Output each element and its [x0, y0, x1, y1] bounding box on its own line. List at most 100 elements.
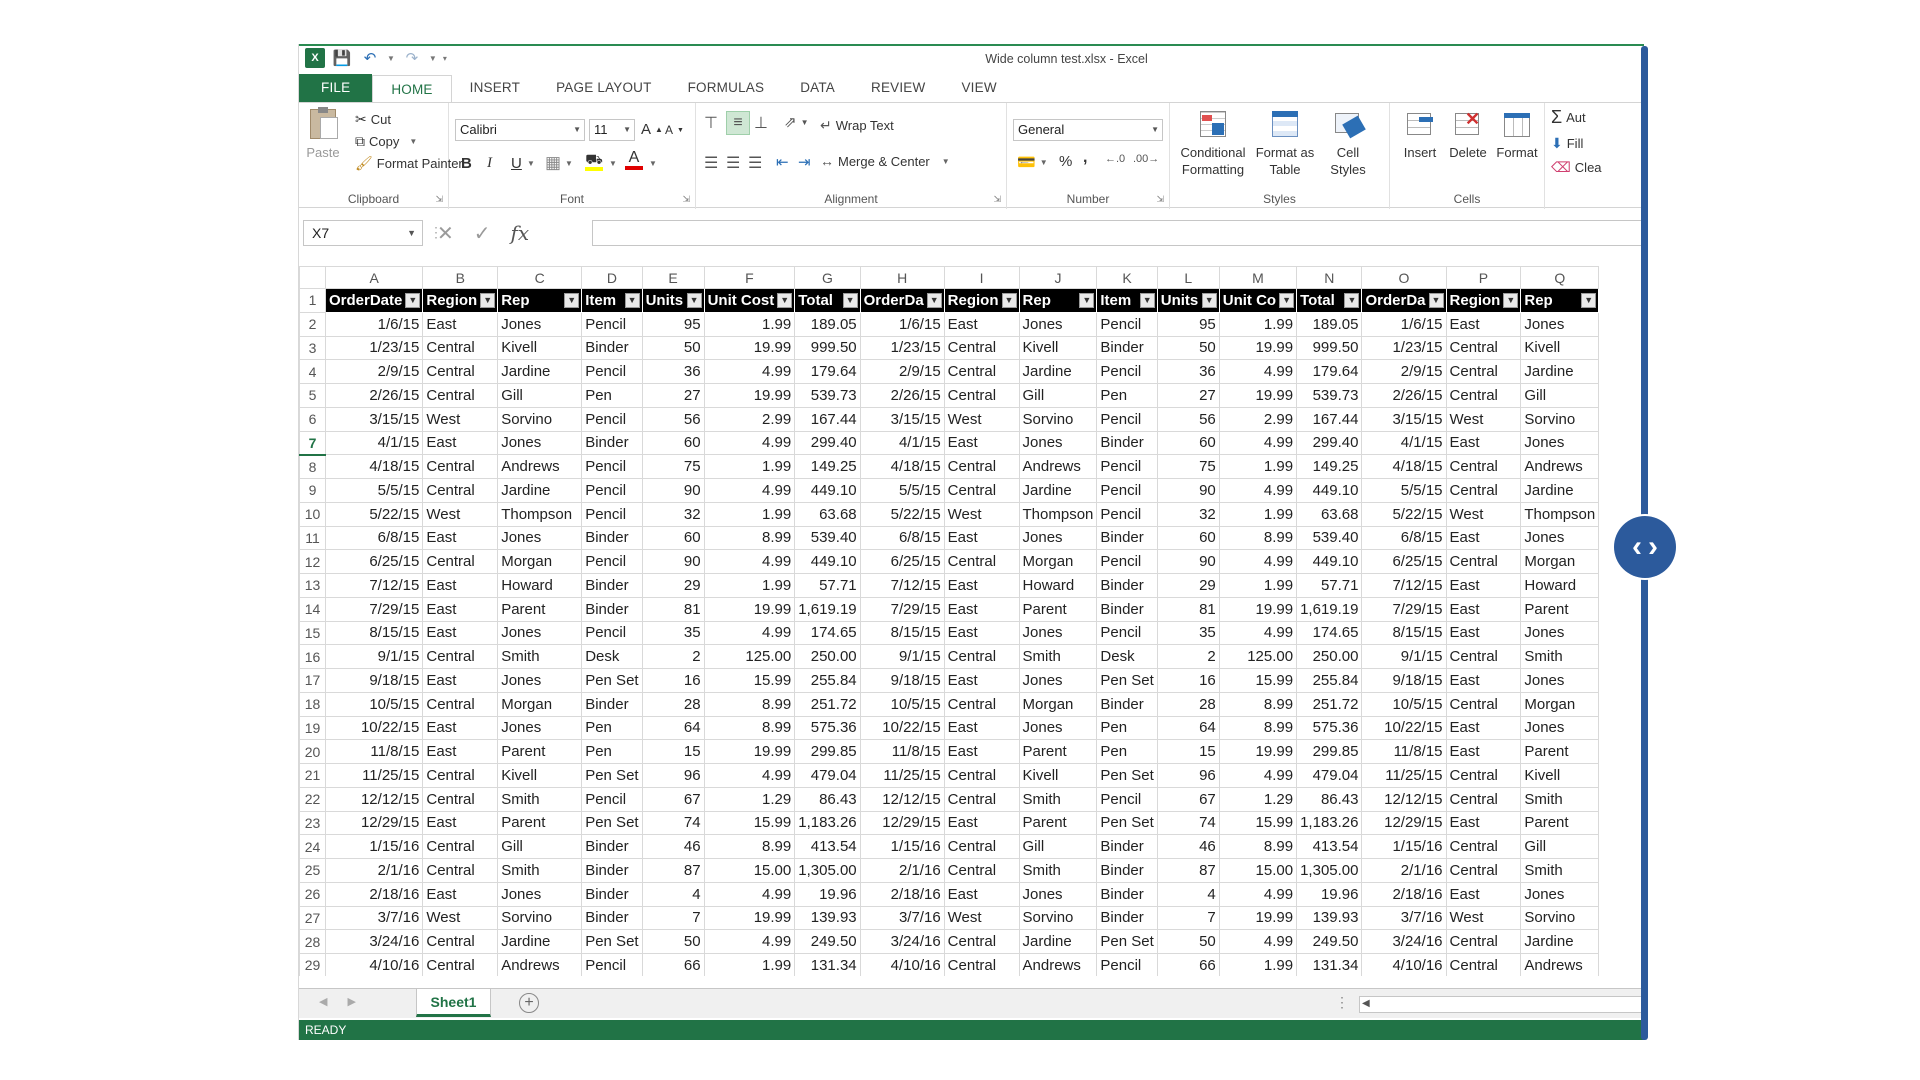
cell[interactable]: 12/12/15 — [859, 786, 945, 812]
cell[interactable]: Andrews — [497, 953, 583, 976]
cell[interactable]: Desk — [581, 644, 643, 669]
cell[interactable]: Morgan — [1018, 691, 1098, 717]
compare-slider-handle[interactable]: ‹ › — [1614, 516, 1676, 578]
align-right-icon[interactable]: ☰ — [748, 153, 762, 173]
table-header-cell[interactable]: Rep ▼ — [497, 288, 583, 313]
cell[interactable]: Jardine — [497, 929, 583, 954]
copy-dropdown-icon[interactable]: ▼ — [409, 137, 417, 146]
filter-dropdown-icon[interactable]: ▼ — [1139, 293, 1155, 308]
cell[interactable]: 4/18/15 — [859, 454, 945, 479]
cell[interactable]: 4.99 — [703, 620, 796, 646]
cell[interactable]: Pen Set — [1096, 810, 1158, 836]
cell[interactable]: 4.99 — [703, 763, 796, 788]
cell[interactable]: 4 — [641, 881, 705, 907]
cell[interactable]: 1,305.00 — [1296, 858, 1363, 883]
row-header[interactable]: 26 — [299, 881, 326, 907]
cell[interactable]: 4 — [1156, 881, 1220, 907]
cell[interactable]: Central — [943, 644, 1020, 669]
cell[interactable]: Central — [943, 929, 1020, 954]
cell[interactable]: Central — [943, 335, 1020, 361]
column-header[interactable]: Q — [1520, 266, 1600, 289]
cell[interactable]: Smith — [1520, 786, 1600, 812]
cell[interactable]: 999.50 — [1296, 335, 1363, 361]
cell[interactable]: Central — [1445, 929, 1522, 954]
cell[interactable]: 27 — [641, 383, 705, 408]
merge-center-button[interactable]: ↔ Merge & Center ▼ — [820, 153, 950, 169]
cell[interactable]: Sorvino — [1520, 406, 1600, 432]
cell[interactable]: 539.73 — [1296, 383, 1363, 408]
cell[interactable]: 46 — [1156, 834, 1220, 859]
conditional-formatting-button[interactable]: Conditional Formatting — [1176, 107, 1250, 178]
cell[interactable]: Pen — [1096, 739, 1158, 764]
cell[interactable]: Gill — [1018, 834, 1098, 859]
cell[interactable]: Central — [422, 359, 499, 384]
cell[interactable]: Pen — [1096, 383, 1158, 408]
cell[interactable]: 8.99 — [703, 715, 796, 741]
cell[interactable]: Central — [1445, 383, 1522, 408]
cell[interactable]: East — [943, 311, 1020, 337]
cell[interactable]: East — [422, 620, 499, 646]
cell[interactable]: 479.04 — [1296, 763, 1363, 788]
cell[interactable]: 8.99 — [703, 691, 796, 717]
cell[interactable]: 35 — [1156, 620, 1220, 646]
tab-review[interactable]: REVIEW — [853, 74, 943, 102]
cell[interactable]: Pencil — [581, 786, 643, 812]
cell[interactable]: Gill — [1520, 834, 1600, 859]
borders-icon[interactable]: ▦ — [545, 153, 561, 173]
cell[interactable]: 189.05 — [794, 311, 861, 337]
cell[interactable]: West — [422, 501, 499, 527]
cell[interactable]: 19.99 — [703, 335, 796, 361]
font-color-button[interactable]: A — [625, 150, 643, 170]
cell[interactable]: 1/15/16 — [1361, 834, 1447, 859]
cell[interactable]: Central — [943, 359, 1020, 384]
cell[interactable]: Central — [1445, 454, 1522, 479]
tab-page-layout[interactable]: PAGE LAYOUT — [538, 74, 669, 102]
cell[interactable]: Binder — [581, 834, 643, 859]
cell[interactable]: Howard — [497, 573, 583, 598]
cell[interactable]: 413.54 — [1296, 834, 1363, 859]
horizontal-scrollbar[interactable]: ◀ — [1359, 996, 1644, 1013]
row-header[interactable]: 20 — [299, 739, 326, 764]
filter-dropdown-icon[interactable]: ▼ — [926, 293, 942, 308]
row-header[interactable]: 21 — [299, 763, 326, 788]
row-header[interactable]: 17 — [299, 668, 326, 693]
cell[interactable]: Jones — [1520, 620, 1600, 646]
cell[interactable]: 10/22/15 — [859, 715, 945, 741]
cell[interactable]: Pencil — [581, 953, 643, 976]
row-header[interactable]: 10 — [299, 501, 326, 527]
cell[interactable]: East — [943, 430, 1020, 456]
insert-cells-button[interactable]: Insert — [1398, 107, 1442, 161]
cell[interactable]: 8.99 — [1218, 525, 1298, 551]
cell[interactable]: Smith — [497, 786, 583, 812]
cell[interactable]: 139.93 — [1296, 905, 1363, 931]
table-header-cell[interactable]: Region ▼ — [1445, 288, 1522, 313]
column-header[interactable]: I — [943, 266, 1020, 289]
percent-style-button[interactable]: % — [1059, 153, 1072, 170]
table-header-cell[interactable]: Total ▼ — [1296, 288, 1363, 313]
cell[interactable]: Pencil — [581, 549, 643, 574]
filter-dropdown-icon[interactable]: ▼ — [1201, 293, 1217, 308]
cell[interactable]: Parent — [1520, 810, 1600, 836]
cell[interactable]: 50 — [641, 929, 705, 954]
sheet-next-icon[interactable]: ▶ — [347, 995, 355, 1008]
cell[interactable]: Jones — [497, 715, 583, 741]
cell[interactable]: 2/9/15 — [324, 359, 424, 384]
row-header[interactable]: 5 — [299, 383, 326, 408]
middle-align-icon[interactable]: ≡ — [726, 111, 750, 135]
row-header[interactable]: 24 — [299, 834, 326, 859]
cell[interactable]: 1.99 — [1218, 953, 1298, 976]
cell[interactable]: 299.40 — [794, 430, 861, 456]
cell[interactable]: Central — [422, 691, 499, 717]
cell[interactable]: Morgan — [497, 691, 583, 717]
cell[interactable]: 46 — [641, 834, 705, 859]
row-header[interactable]: 7 — [299, 430, 326, 456]
cell[interactable]: 1,183.26 — [794, 810, 861, 836]
cell[interactable]: 2.99 — [1218, 406, 1298, 432]
cell[interactable]: 539.40 — [1296, 525, 1363, 551]
cell[interactable]: Jardine — [1018, 478, 1098, 503]
cell[interactable]: 125.00 — [1218, 644, 1298, 669]
cell[interactable]: 1.99 — [703, 953, 796, 976]
top-align-icon[interactable]: ⊤ — [704, 113, 718, 133]
cell[interactable]: West — [943, 406, 1020, 432]
cell[interactable]: Central — [422, 478, 499, 503]
